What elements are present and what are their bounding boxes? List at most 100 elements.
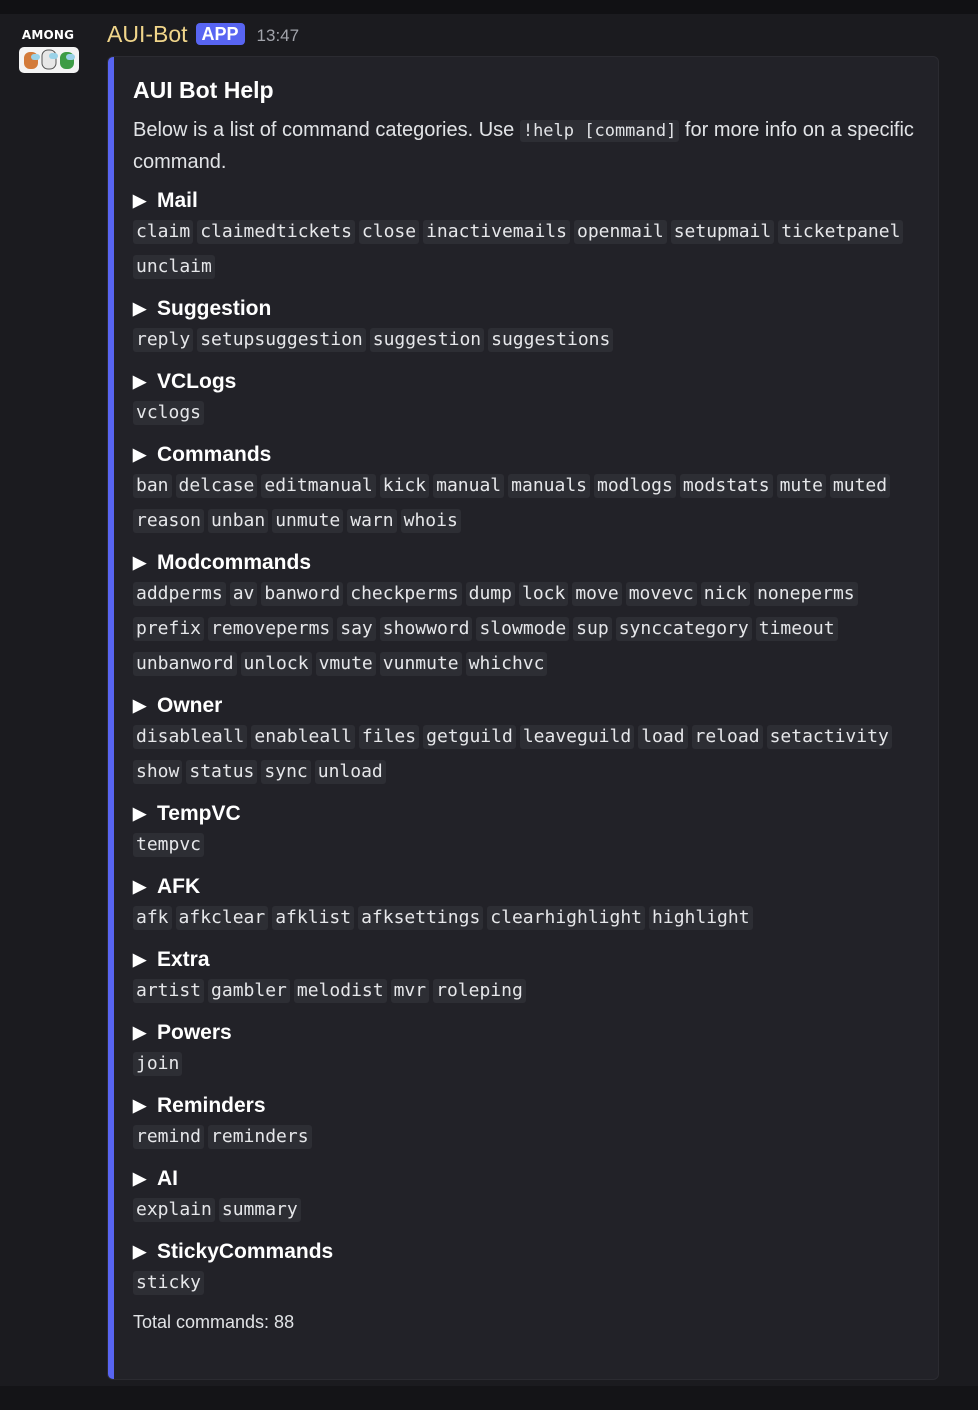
category-modcommands: ▶ Modcommands addperms av banword checkperms d… (133, 548, 923, 683)
command-code: status (186, 760, 258, 784)
play-arrow-icon: ▶ (133, 1023, 147, 1042)
command-code: reload (691, 725, 763, 749)
app-badge: APP (195, 23, 245, 45)
category-stickycommands: ▶ StickyCommands sticky (133, 1237, 923, 1302)
command-code: unclaim (133, 255, 215, 279)
command-code: checkperms (347, 582, 462, 606)
command-code: explain (133, 1198, 215, 1222)
command-list: disableall enableall files getguild leavegui… (133, 721, 923, 791)
command-code: reply (133, 328, 194, 352)
bot-avatar[interactable]: AMONG (16, 28, 80, 74)
command-code: whichvc (465, 652, 548, 676)
command-code: whois (400, 509, 461, 533)
command-list: join (133, 1048, 923, 1083)
command-code: prefix (133, 617, 205, 641)
top-bar (0, 0, 978, 14)
command-code: leaveguild (519, 725, 635, 749)
author-name[interactable]: AUI-Bot (107, 21, 188, 48)
category-name: Extra (157, 948, 210, 971)
bottom-bar (0, 1386, 978, 1410)
category-title: ▶ Extra (133, 945, 923, 975)
category-name: VCLogs (157, 370, 237, 393)
command-code: mute (776, 474, 826, 498)
command-code: vclogs (133, 401, 205, 425)
category-title: ▶ Mail (133, 186, 923, 216)
command-code: artist (133, 979, 205, 1003)
command-code: afklist (272, 906, 355, 930)
command-list: sticky (133, 1267, 923, 1302)
command-code: nick (700, 582, 751, 606)
command-list: vclogs (133, 397, 923, 432)
command-list: addperms av banword checkperms dump lock move m… (133, 578, 923, 683)
command-code: unload (314, 760, 386, 784)
command-code: setupmail (670, 220, 775, 244)
description-inline-code: !help [command] (519, 120, 680, 142)
category-name: Reminders (157, 1094, 266, 1117)
play-arrow-icon: ▶ (133, 445, 147, 464)
command-code: remind (133, 1125, 205, 1149)
command-code: enableall (251, 725, 355, 749)
command-code: unlock (240, 652, 312, 676)
command-code: gambler (208, 979, 290, 1003)
command-code: manual (433, 474, 505, 498)
embed-title: AUI Bot Help (133, 77, 274, 103)
message-timestamp[interactable]: 13:47 (257, 26, 300, 46)
command-code: delcase (175, 474, 258, 498)
play-arrow-icon: ▶ (133, 1096, 147, 1115)
description-text-start: Below is a list of command categories. U… (133, 119, 520, 141)
command-code: sticky (133, 1271, 205, 1295)
command-code: setactivity (766, 725, 892, 749)
category-powers: ▶ Powers join (133, 1018, 923, 1083)
command-code: files (358, 725, 420, 749)
embed-body: AUI Bot Help Below is a list of command … (133, 73, 923, 1333)
category-title: ▶ StickyCommands (133, 1237, 923, 1267)
command-code: openmail (573, 220, 667, 244)
command-code: close (358, 220, 420, 244)
command-code: modlogs (594, 474, 676, 498)
category-title: ▶ TempVC (133, 799, 923, 829)
category-mail: ▶ Mail claim claimedtickets close inactivemai… (133, 186, 923, 286)
command-code: getguild (423, 725, 516, 749)
embed-description: Below is a list of command categories. U… (133, 115, 923, 178)
command-code: unmute (272, 509, 344, 533)
category-name: Powers (157, 1021, 232, 1044)
category-title: ▶ Modcommands (133, 548, 923, 578)
play-arrow-icon: ▶ (133, 696, 147, 715)
play-arrow-icon: ▶ (133, 950, 147, 969)
command-code: summary (218, 1198, 301, 1222)
play-arrow-icon: ▶ (133, 372, 147, 391)
command-code: kick (379, 474, 430, 498)
command-code: banword (261, 582, 344, 606)
play-arrow-icon: ▶ (133, 1242, 147, 1261)
command-code: lock (518, 582, 569, 606)
command-code: move (572, 582, 622, 606)
command-code: afk (133, 906, 172, 930)
command-code: claim (133, 220, 194, 244)
command-code: afksettings (358, 906, 484, 930)
command-code: sync (261, 760, 311, 784)
category-name: Modcommands (157, 551, 312, 574)
play-arrow-icon: ▶ (133, 299, 147, 318)
command-list: ban delcase editmanual kick manual manuals mod… (133, 470, 923, 540)
command-code: load (638, 725, 688, 749)
command-code: dump (465, 582, 515, 606)
category-suggestion: ▶ Suggestion reply setupsuggestion suggestio… (133, 294, 923, 359)
category-name: StickyCommands (157, 1240, 334, 1263)
category-name: Mail (157, 189, 198, 212)
command-code: muted (829, 474, 891, 498)
command-code: noneperms (754, 582, 858, 606)
command-code: melodist (293, 979, 387, 1003)
category-extra: ▶ Extra artist gambler melodist mvr roleping (133, 945, 923, 1010)
command-code: movevc (625, 582, 697, 606)
command-code: say (337, 617, 376, 641)
command-code: setupsuggestion (197, 328, 366, 352)
command-code: editmanual (261, 474, 376, 498)
category-title: ▶ Owner (133, 691, 923, 721)
command-code: suggestions (488, 328, 614, 352)
command-code: sup (573, 617, 612, 641)
category-commands: ▶ Commands ban delcase editmanual kick manual m… (133, 440, 923, 540)
category-name: AFK (157, 875, 201, 898)
category-title: ▶ Commands (133, 440, 923, 470)
command-code: unban (208, 509, 269, 533)
category-ai: ▶ AI explain summary (133, 1164, 923, 1229)
